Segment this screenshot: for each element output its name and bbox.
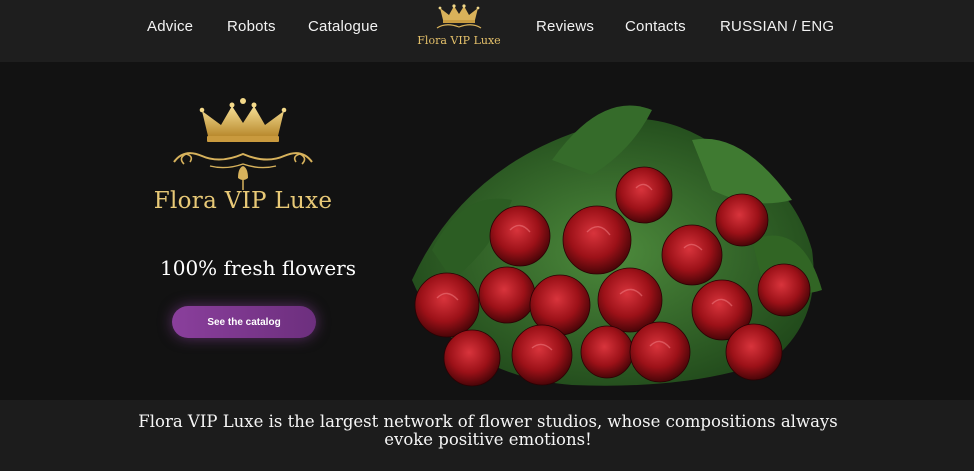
header-logo-text: Flora VIP Luxe [417,34,501,47]
nav-item-catalogue[interactable]: Catalogue [308,18,378,35]
nav-item-contacts[interactable]: Contacts [625,18,686,35]
top-navigation: Advice Robots Catalogue Flora VIP Luxe R… [0,0,974,62]
nav-item-robots[interactable]: Robots [227,18,276,35]
hero-logo-text: Flora VIP Luxe [153,188,333,214]
rose-bud-icon [238,166,248,190]
nav-item-advice[interactable]: Advice [147,18,193,35]
rose-bouquet-image [412,105,822,387]
hero-tagline: 100% fresh flowers [160,256,356,280]
hero-section: Flora VIP Luxe 100% fresh flowers See th… [0,62,974,400]
see-catalog-button[interactable]: See the catalog [172,306,316,338]
crown-icon [173,98,313,190]
language-switch[interactable]: RUSSIAN / ENG [720,18,834,35]
studio-description: Flora VIP Luxe is the largest network of… [138,412,838,449]
crown-icon [436,4,482,29]
header-logo[interactable]: Flora VIP Luxe [412,3,506,59]
hero-logo: Flora VIP Luxe [150,98,336,228]
flourish-ornament-icon [173,152,313,169]
nav-item-reviews[interactable]: Reviews [536,18,594,35]
